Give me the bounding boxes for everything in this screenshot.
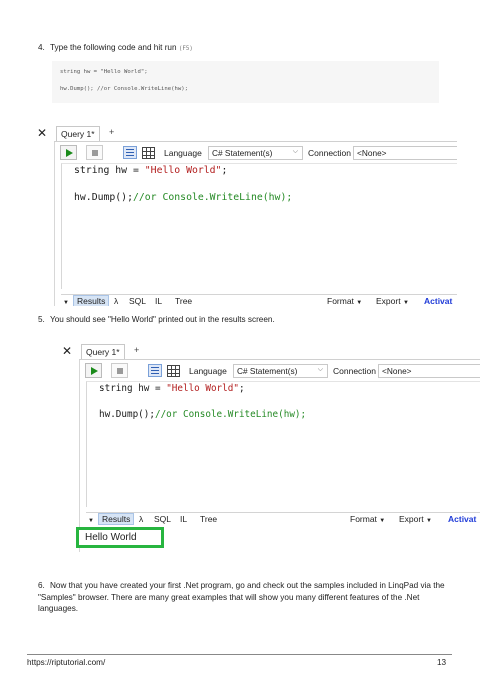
- editor-line-2: hw.Dump();//or Console.WriteLine(hw);: [74, 192, 292, 203]
- tab-il[interactable]: IL: [180, 514, 187, 524]
- step-number: 5.: [38, 315, 45, 324]
- connection-value: <None>: [357, 148, 387, 158]
- step-6: 6. Now that you have created your first .…: [38, 580, 458, 615]
- divider: [54, 142, 55, 306]
- code-editor[interactable]: string hw = "Hello World"; hw.Dump();//o…: [61, 163, 457, 289]
- step-5: 5. You should see "Hello World" printed o…: [38, 314, 275, 325]
- linqpad-screenshot-2: ✕ Query 1* + Language C# Statement(s) ⌵ …: [52, 342, 480, 552]
- chevron-down-icon: ⌵: [292, 148, 298, 155]
- language-select[interactable]: C# Statement(s) ⌵: [208, 146, 303, 160]
- activate-link[interactable]: Activat: [424, 296, 452, 306]
- connection-select[interactable]: <None>: [378, 364, 480, 378]
- tab-results[interactable]: Results: [73, 295, 110, 306]
- code-text: ;: [238, 383, 245, 394]
- code-line: hw.Dump(); //or Console.WriteLine(hw);: [60, 86, 188, 92]
- format-menu[interactable]: Format ▼: [350, 514, 385, 524]
- step-number: 6.: [38, 581, 45, 590]
- grid-results-icon[interactable]: [142, 147, 155, 159]
- add-tab-icon[interactable]: +: [134, 345, 139, 355]
- code-text: hw =: [132, 383, 167, 394]
- step-text: Now that you have created your first .Ne…: [38, 581, 445, 614]
- format-menu[interactable]: Format ▼: [327, 296, 362, 306]
- tab-il[interactable]: IL: [155, 296, 162, 306]
- connection-label: Connection: [308, 148, 352, 158]
- code-text: hw.Dump();: [74, 192, 133, 203]
- code-comment: //or Console.WriteLine(hw);: [154, 409, 307, 420]
- tab-tree[interactable]: Tree: [200, 514, 217, 524]
- toolbar: Language C# Statement(s) ⌵ Connection <N…: [79, 363, 480, 380]
- language-label: Language: [164, 148, 202, 158]
- code-block: string hw = "Hello World"; hw.Dump(); //…: [52, 61, 439, 103]
- code-comment: //or Console.WriteLine(hw);: [132, 192, 293, 203]
- footer-url[interactable]: https://riptutorial.com/: [27, 658, 105, 667]
- language-value: C# Statement(s): [212, 148, 273, 158]
- add-tab-icon[interactable]: +: [109, 127, 114, 137]
- connection-select[interactable]: <None>: [353, 146, 457, 160]
- linqpad-screenshot-1: ✕ Query 1* + Language C# Statement(s) ⌵ …: [27, 124, 457, 306]
- step-4: 4. Type the following code and hit run (F…: [38, 42, 193, 55]
- collapse-icon: ▼: [88, 518, 94, 524]
- tab-strip: Query 1* +: [79, 342, 480, 360]
- stop-icon[interactable]: [111, 363, 128, 378]
- results-bar: ▼ Results λ SQL IL Tree Format ▼ Export …: [86, 512, 480, 526]
- code-editor[interactable]: string hw = "Hello World"; hw.Dump();//o…: [86, 381, 480, 507]
- code-text: hw.Dump();: [99, 409, 155, 420]
- run-icon[interactable]: [60, 145, 77, 160]
- language-label: Language: [189, 366, 227, 376]
- tab-tree[interactable]: Tree: [175, 296, 192, 306]
- collapse-icon: ▼: [63, 300, 69, 306]
- close-icon[interactable]: ✕: [37, 126, 47, 140]
- chevron-down-icon: ⌵: [317, 366, 323, 373]
- editor-line-2: hw.Dump();//or Console.WriteLine(hw);: [99, 409, 306, 420]
- connection-value: <None>: [382, 366, 412, 376]
- keyword: string: [99, 383, 133, 394]
- page-number: 13: [437, 658, 447, 667]
- tab-lambda[interactable]: λ: [114, 296, 118, 306]
- code-line: string hw = "Hello World";: [60, 69, 148, 75]
- string-literal: "Hello World": [144, 165, 222, 176]
- string-literal: "Hello World": [166, 383, 239, 394]
- connection-label: Connection: [333, 366, 377, 376]
- footer-divider: [27, 654, 452, 655]
- export-menu[interactable]: Export ▼: [399, 514, 432, 524]
- code-text: hw =: [109, 165, 145, 176]
- editor-line-1: string hw = "Hello World";: [99, 383, 245, 394]
- editor-line-1: string hw = "Hello World";: [74, 165, 227, 176]
- step-text: Type the following code and hit run: [50, 43, 177, 52]
- tab-query-1[interactable]: Query 1*: [81, 344, 125, 359]
- hello-world-output: Hello World: [76, 527, 164, 548]
- language-select[interactable]: C# Statement(s) ⌵: [233, 364, 328, 378]
- tab-sql[interactable]: SQL: [154, 514, 171, 524]
- divider: [79, 360, 80, 552]
- grid-results-icon[interactable]: [167, 365, 180, 377]
- key-close: ): [189, 46, 193, 52]
- tab-query-1[interactable]: Query 1*: [56, 126, 100, 141]
- toolbar: Language C# Statement(s) ⌵ Connection <N…: [54, 145, 457, 162]
- rich-text-results-icon[interactable]: [148, 364, 162, 377]
- tab-lambda[interactable]: λ: [139, 514, 143, 524]
- export-menu[interactable]: Export ▼: [376, 296, 409, 306]
- step-text: You should see "Hello World" printed out…: [50, 315, 275, 324]
- rich-text-results-icon[interactable]: [123, 146, 137, 159]
- run-icon[interactable]: [85, 363, 102, 378]
- keyword: string: [74, 165, 110, 176]
- stop-icon[interactable]: [86, 145, 103, 160]
- step-number: 4.: [38, 43, 45, 52]
- tab-sql[interactable]: SQL: [129, 296, 146, 306]
- activate-link[interactable]: Activat: [448, 514, 476, 524]
- close-icon[interactable]: ✕: [62, 344, 72, 358]
- results-bar: ▼ Results λ SQL IL Tree Format ▼ Export …: [61, 294, 457, 306]
- language-value: C# Statement(s): [237, 366, 298, 376]
- tab-strip: Query 1* +: [54, 124, 457, 142]
- code-text: ;: [221, 165, 228, 176]
- tab-results[interactable]: Results: [98, 513, 135, 525]
